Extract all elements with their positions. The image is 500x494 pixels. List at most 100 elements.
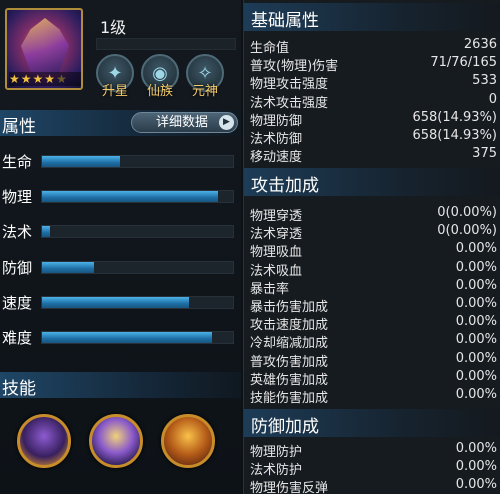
star-rating: ★ ★ ★ ★ ★ <box>9 72 81 86</box>
stat-kv-row: 法术防御 658(14.93%) <box>244 128 500 147</box>
stat-label: 物理 <box>2 188 33 206</box>
stat-kv-label: 物理穿透 <box>250 209 303 224</box>
stat-kv-row: 物理防护 0.00% <box>244 441 500 460</box>
star-icon: ★ <box>20 72 32 86</box>
skills-header: 技能 <box>0 372 241 399</box>
stat-kv-label: 暴击伤害加成 <box>250 300 329 315</box>
stat-fill <box>42 156 121 167</box>
stat-kv-value: 375 <box>472 146 497 162</box>
stat-row-magic: 法术 <box>0 220 241 242</box>
stat-kv-label: 普攻伤害加成 <box>250 354 329 370</box>
stat-kv-row: 普攻(物理)伤害 71/76/165 <box>244 55 500 75</box>
detail-data-label: 详细数据 <box>156 115 209 130</box>
stat-kv-label: 物理吸血 <box>250 245 303 261</box>
skills-title: 技能 <box>2 379 36 399</box>
star-empty-icon: ★ <box>56 72 67 86</box>
stat-label: 生命 <box>2 153 33 171</box>
hero-portrait-art <box>21 18 69 74</box>
stat-fill <box>42 297 190 308</box>
stat-kv-label: 法术穿透 <box>250 227 303 243</box>
stat-kv-value: 0.00% <box>455 459 497 475</box>
stat-track <box>41 155 234 168</box>
stat-kv-row: 攻击速度加成 0.00% <box>244 314 500 333</box>
defense-bonus-header: 防御加成 <box>244 409 500 437</box>
stat-kv-value: 71/76/165 <box>430 55 497 71</box>
stat-kv-row: 移动速度 375 <box>244 146 500 166</box>
stat-kv-label: 物理防御 <box>250 113 303 129</box>
stat-row-physical: 物理 <box>0 185 241 207</box>
stat-kv-row: 普攻伤害加成 0.00% <box>244 351 500 370</box>
stat-kv-row: 法术防护 0.00% <box>244 459 500 479</box>
stat-kv-label: 法术防御 <box>250 132 303 147</box>
spirit-label: 元神 <box>191 84 218 99</box>
stat-kv-row: 法术吸血 0.00% <box>244 259 500 279</box>
base-stats-header: 基础属性 <box>244 3 500 31</box>
skill-3-icon[interactable] <box>161 414 215 468</box>
attributes-title: 属性 <box>2 117 36 137</box>
stat-kv-value: 0.00% <box>455 477 497 493</box>
stat-kv-label: 法术防护 <box>250 463 303 479</box>
stat-fill <box>42 262 94 273</box>
stat-kv-label: 普攻(物理)伤害 <box>250 59 339 75</box>
stat-track <box>41 296 234 309</box>
stat-kv-value: 0.00% <box>455 332 497 348</box>
stat-kv-row: 英雄伤害加成 0.00% <box>244 369 500 388</box>
stat-row-hp: 生命 <box>0 150 241 172</box>
stat-kv-label: 移动速度 <box>250 150 303 166</box>
stat-row-difficulty: 难度 <box>0 326 241 348</box>
stat-kv-value: 658(14.93%) <box>412 109 497 125</box>
clan-label: 仙族 <box>146 84 173 99</box>
stat-label: 防御 <box>2 259 33 277</box>
chevron-right-icon: ▶ <box>219 115 234 130</box>
stat-kv-label: 暴击率 <box>250 281 290 297</box>
stat-kv-value: 0.00% <box>455 296 497 311</box>
stat-kv-value: 0(0.00%) <box>437 205 497 220</box>
stat-kv-row: 物理穿透 0(0.00%) <box>244 205 500 224</box>
stat-kv-row: 法术攻击强度 0 <box>244 91 500 111</box>
stat-kv-label: 英雄伤害加成 <box>250 372 329 388</box>
stat-kv-row: 技能伤害加成 0.00% <box>244 387 500 406</box>
stat-kv-value: 0.00% <box>455 441 497 456</box>
stat-track <box>41 261 234 274</box>
stat-track <box>41 331 234 344</box>
stat-kv-row: 物理伤害反弹 0.00% <box>244 477 500 494</box>
star-icon: ★ <box>32 72 44 86</box>
stat-track <box>41 190 234 203</box>
star-icon: ★ <box>9 72 20 86</box>
stat-row-speed: 速度 <box>0 291 241 313</box>
level-progress-bar <box>96 38 236 50</box>
stat-fill <box>42 191 218 202</box>
stat-kv-value: 0.00% <box>455 277 497 293</box>
stat-kv-value: 0.00% <box>455 259 497 275</box>
stat-label: 法术 <box>2 223 33 241</box>
skill-2-icon[interactable] <box>89 414 143 468</box>
base-stats-title: 基础属性 <box>251 11 319 31</box>
skill-1-icon[interactable] <box>17 414 71 468</box>
stat-kv-row: 物理攻击强度 533 <box>244 73 500 93</box>
stat-kv-value: 0(0.00%) <box>437 223 497 239</box>
stat-kv-label: 技能伤害加成 <box>250 391 329 406</box>
hero-portrait[interactable]: ★ ★ ★ ★ ★ <box>5 8 83 90</box>
stat-kv-value: 2636 <box>463 37 497 52</box>
star-icon: ★ <box>44 72 56 86</box>
stat-label: 速度 <box>2 294 33 312</box>
stat-kv-row: 暴击伤害加成 0.00% <box>244 296 500 315</box>
stat-kv-row: 暴击率 0.00% <box>244 277 500 297</box>
hero-level: 1级 <box>100 18 127 37</box>
stat-kv-label: 冷却缩减加成 <box>250 336 329 352</box>
attack-bonus-title: 攻击加成 <box>251 176 319 196</box>
detail-data-button[interactable]: 详细数据 ▶ <box>131 112 238 133</box>
star-upgrade-label: 升星 <box>101 84 128 99</box>
stat-kv-value: 0.00% <box>455 387 497 402</box>
stats-panel: 基础属性 生命值 2636 普攻(物理)伤害 71/76/165 物理攻击强度 533 法术… <box>243 0 500 494</box>
stat-kv-row: 物理防御 658(14.93%) <box>244 109 500 129</box>
stat-row-defense: 防御 <box>0 256 241 278</box>
stat-kv-label: 物理攻击强度 <box>250 77 329 93</box>
stat-kv-value: 0 <box>488 91 497 107</box>
stat-fill <box>42 226 50 237</box>
stat-kv-label: 生命值 <box>250 41 290 56</box>
stat-kv-value: 0.00% <box>455 241 497 257</box>
stat-kv-row: 冷却缩减加成 0.00% <box>244 332 500 352</box>
stat-fill <box>42 332 212 343</box>
stat-label: 难度 <box>2 329 33 347</box>
